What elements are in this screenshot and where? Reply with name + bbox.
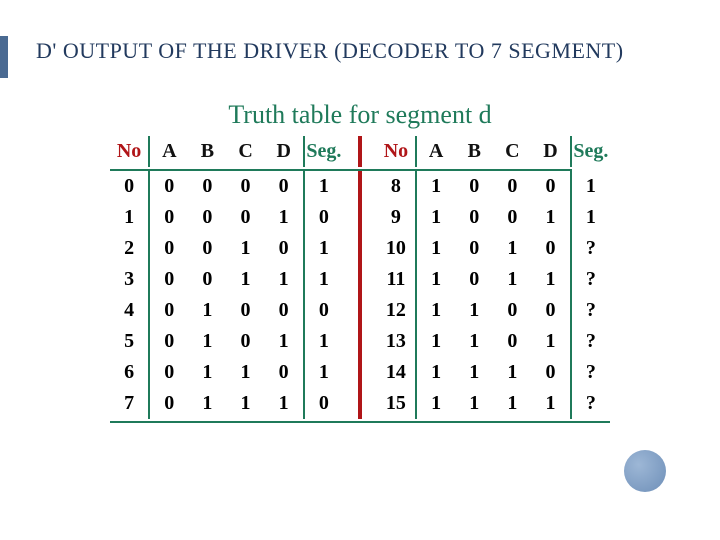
accent-bar <box>0 36 8 78</box>
table-row: 300111111011? <box>110 264 610 295</box>
table-row: 501011131101? <box>110 326 610 357</box>
figure-title: Truth table for segment d <box>110 100 610 130</box>
title-lead: D' <box>36 38 57 63</box>
table-row: 401000121100? <box>110 295 610 326</box>
header-row: No A B C D Seg. No A B C D Seg. <box>110 136 610 167</box>
bottom-rule <box>110 421 610 423</box>
col-c: C <box>226 136 264 167</box>
table-row: 701110151111? <box>110 388 610 419</box>
col-a: A <box>150 136 188 167</box>
corner-sphere-icon <box>624 450 666 492</box>
truth-table: No A B C D Seg. No A B C D Seg. 00000181… <box>110 136 610 419</box>
col-seg: Seg. <box>305 136 343 167</box>
col-no: No <box>110 136 148 167</box>
table-row: 100010910011 <box>110 202 610 233</box>
slide-title: D' OUTPUT OF THE DRIVER (DECODER TO 7 SE… <box>36 38 624 64</box>
table-row: 200101101010? <box>110 233 610 264</box>
col-a-r: A <box>417 136 455 167</box>
truth-table-figure: Truth table for segment d No A B C D Seg… <box>110 100 610 423</box>
table-row: 601101141110? <box>110 357 610 388</box>
col-seg-r: Seg. <box>572 136 610 167</box>
col-no-r: No <box>377 136 415 167</box>
col-b-r: B <box>455 136 493 167</box>
col-d: D <box>265 136 303 167</box>
table-row: 000001810001 <box>110 171 610 202</box>
col-d-r: D <box>531 136 569 167</box>
title-rest: OUTPUT OF THE DRIVER (DECODER TO 7 SEGME… <box>57 38 624 63</box>
col-b: B <box>188 136 226 167</box>
col-c-r: C <box>493 136 531 167</box>
